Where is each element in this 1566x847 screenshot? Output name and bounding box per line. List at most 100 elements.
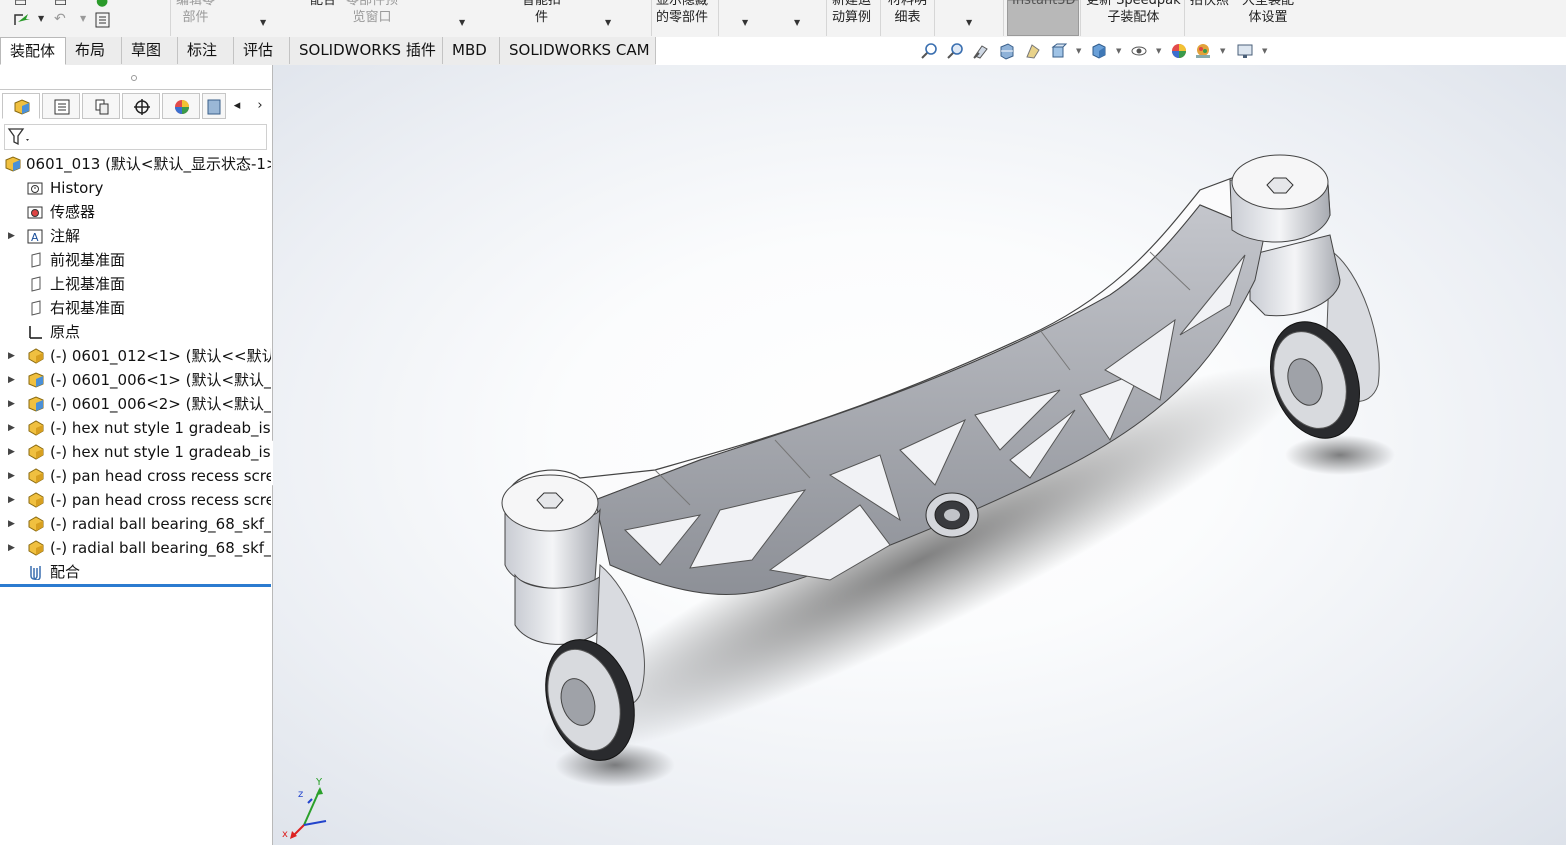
- button-line1: 编辑零: [176, 0, 216, 8]
- take-snapshot-button[interactable]: 拍快照: [1190, 0, 1229, 9]
- large-assembly-settings-button[interactable]: 大型装配 体设置: [1242, 0, 1294, 26]
- assembly-model[interactable]: [273, 65, 1566, 845]
- tab-markup[interactable]: 标注: [178, 37, 234, 64]
- undo-dropdown-icon[interactable]: ▼: [80, 14, 86, 23]
- expand-caret-icon[interactable]: ▶: [8, 464, 15, 488]
- tree-item-right-plane[interactable]: 右视基准面: [0, 296, 271, 320]
- undo-icon[interactable]: ↶: [54, 11, 66, 27]
- chevron-down-icon[interactable]: ▼: [1116, 47, 1121, 55]
- mates-icon: [30, 566, 41, 580]
- chevron-down-icon[interactable]: ▼: [1220, 47, 1225, 55]
- filter-icon[interactable]: [7, 126, 33, 148]
- tree-item-top-plane[interactable]: 上视基准面: [0, 272, 271, 296]
- tree-item-component[interactable]: ▶ (-) radial ball bearing_68_skf_SKF<1>: [0, 512, 271, 536]
- right-caster-hub[interactable]: [1249, 234, 1341, 317]
- expand-caret-icon[interactable]: ▶: [8, 224, 15, 248]
- part-icon: [28, 348, 44, 364]
- tree-item-label: (-) radial ball bearing_68_skf_SKF<1>: [50, 515, 271, 533]
- expand-caret-icon[interactable]: ▶: [8, 416, 15, 440]
- component-preview-button[interactable]: 零部件预 览窗口: [346, 0, 398, 26]
- tab-scroll-left-icon[interactable]: ◂: [226, 93, 248, 119]
- print-icon[interactable]: ▭: [54, 0, 67, 10]
- expand-caret-icon[interactable]: ▶: [8, 488, 15, 512]
- select-icon[interactable]: [12, 10, 34, 34]
- hide-show-icon[interactable]: [1130, 42, 1148, 60]
- tree-item-history[interactable]: History: [0, 176, 271, 200]
- edit-component-button[interactable]: 编辑零 部件: [176, 0, 215, 26]
- tab-property-manager[interactable]: [42, 93, 80, 119]
- update-speedpak-button[interactable]: 更新 Speedpak 子装配体: [1086, 0, 1181, 26]
- tree-item-annotations[interactable]: ▶ A 注解: [0, 224, 271, 248]
- tree-item-front-plane[interactable]: 前视基准面: [0, 248, 271, 272]
- chevron-down-icon[interactable]: ▼: [260, 18, 266, 27]
- chevron-down-icon[interactable]: ▼: [966, 18, 972, 27]
- smart-fasteners-button[interactable]: 智能扣 件: [522, 0, 561, 26]
- tab-solidworks-addins[interactable]: SOLIDWORKS 插件: [290, 37, 443, 64]
- tree-filter-box[interactable]: [4, 124, 267, 150]
- chevron-down-icon[interactable]: ▼: [1156, 47, 1161, 55]
- tab-layout[interactable]: 布局: [66, 37, 122, 64]
- new-document-icon[interactable]: ▭: [14, 0, 27, 10]
- rebuild-icon[interactable]: ●: [96, 0, 108, 9]
- tree-item-component[interactable]: ▶ (-) hex nut style 1 gradeab_iso<1>: [0, 416, 271, 440]
- expand-caret-icon[interactable]: ▶: [8, 440, 15, 464]
- tree-item-origin[interactable]: 原点: [0, 320, 271, 344]
- instant3d-button[interactable]: Instant3D: [1007, 0, 1079, 36]
- tree-item-component[interactable]: ▶ (-) pan head cross recess screw_iso<1>: [0, 464, 271, 488]
- tab-assembly[interactable]: 装配体: [0, 37, 66, 65]
- tree-item-component[interactable]: ▶ (-) hex nut style 1 gradeab_iso<2>: [0, 440, 271, 464]
- tree-item-component[interactable]: ▶ (-) radial ball bearing_68_skf_SKF<2>: [0, 536, 271, 560]
- expand-caret-icon[interactable]: ▶: [8, 344, 15, 368]
- assembly-icon: [28, 372, 44, 388]
- new-motion-study-button[interactable]: 新建运 动算例: [832, 0, 871, 26]
- tree-item-component[interactable]: ▶ (-) 0601_006<2> (默认<默认_显示状态-1>): [0, 392, 271, 416]
- select-dropdown-icon[interactable]: ▼: [38, 14, 44, 23]
- edit-appearance-icon[interactable]: [1170, 42, 1188, 60]
- tree-item-mates[interactable]: 配合: [0, 560, 271, 584]
- show-hidden-components-button[interactable]: 显示隐藏 的零部件: [656, 0, 708, 26]
- section-view-icon[interactable]: [998, 42, 1016, 60]
- tab-evaluate[interactable]: 评估: [234, 37, 290, 64]
- tree-item-component[interactable]: ▶ (-) pan head cross recess screw_iso<2>: [0, 488, 271, 512]
- right-end-boss[interactable]: [1229, 154, 1331, 243]
- apply-scene-icon[interactable]: [1194, 42, 1212, 60]
- tree-item-component[interactable]: ▶ (-) 0601_012<1> (默认<<默认>_显示状态 1>): [0, 344, 271, 368]
- panel-grip-handle[interactable]: [131, 75, 137, 81]
- previous-view-icon[interactable]: [972, 42, 990, 60]
- options-icon[interactable]: [94, 11, 112, 33]
- tab-sketch[interactable]: 草图: [122, 37, 178, 64]
- tab-feature-manager[interactable]: [2, 93, 40, 119]
- tab-cam[interactable]: [202, 93, 226, 119]
- chevron-down-icon[interactable]: ▼: [794, 18, 800, 27]
- chevron-down-icon[interactable]: ▼: [605, 18, 611, 27]
- tab-configuration-manager[interactable]: [82, 93, 120, 119]
- tree-item-component[interactable]: ▶ (-) 0601_006<1> (默认<默认_显示状态-1>): [0, 368, 271, 392]
- expand-caret-icon[interactable]: ▶: [8, 392, 15, 416]
- expand-caret-icon[interactable]: ▶: [8, 512, 15, 536]
- tree-root-assembly[interactable]: 0601_013 (默认<默认_显示状态-1>): [0, 152, 271, 176]
- left-caster-hub[interactable]: [501, 474, 603, 645]
- expand-caret-icon[interactable]: ▶: [8, 536, 15, 560]
- chevron-down-icon[interactable]: ▼: [1262, 47, 1267, 55]
- tab-display-manager[interactable]: [162, 93, 200, 119]
- tree-item-sensors[interactable]: 传感器: [0, 200, 271, 224]
- zoom-to-area-icon[interactable]: [946, 42, 964, 60]
- chevron-down-icon[interactable]: ▼: [1076, 47, 1081, 55]
- display-style-icon[interactable]: [1090, 42, 1108, 60]
- expand-caret-icon[interactable]: ▶: [8, 368, 15, 392]
- chevron-down-icon[interactable]: ▼: [742, 18, 748, 27]
- sensor-icon: [27, 206, 43, 219]
- mate-button[interactable]: 配合: [310, 0, 336, 9]
- tab-scroll-right-icon[interactable]: ›: [249, 93, 271, 119]
- dynamic-annotation-icon[interactable]: [1024, 42, 1042, 60]
- view-orientation-icon[interactable]: [1050, 42, 1068, 60]
- tab-mbd[interactable]: MBD: [443, 37, 500, 64]
- tab-solidworks-cam[interactable]: SOLIDWORKS CAM: [500, 37, 656, 64]
- zoom-to-fit-icon[interactable]: [920, 42, 938, 60]
- chevron-down-icon[interactable]: ▼: [459, 18, 465, 27]
- tree-rollback-bar[interactable]: [0, 584, 271, 587]
- tab-dimxpert-manager[interactable]: [122, 93, 160, 119]
- graphics-viewport[interactable]: [273, 65, 1566, 845]
- view-settings-icon[interactable]: [1236, 42, 1254, 60]
- bill-of-materials-button[interactable]: 材料明 细表: [888, 0, 927, 26]
